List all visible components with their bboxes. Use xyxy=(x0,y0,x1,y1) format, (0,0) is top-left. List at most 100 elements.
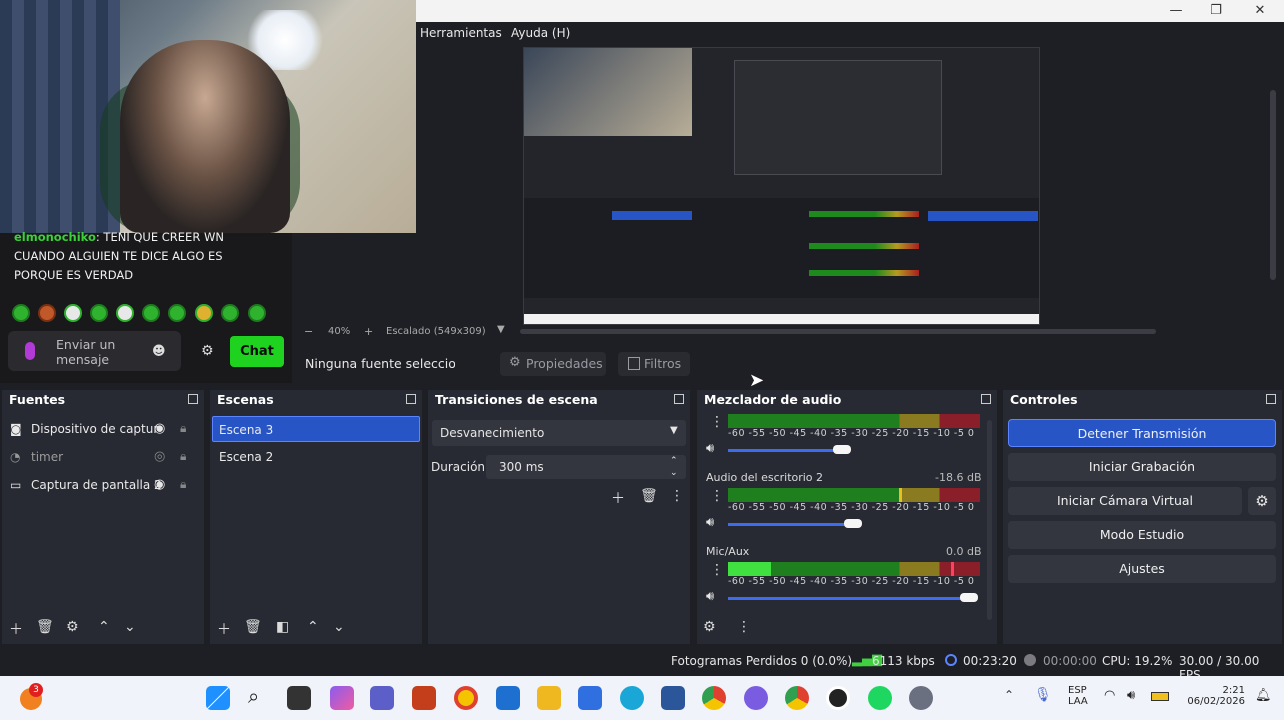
gear-icon[interactable]: ⚙ xyxy=(703,619,716,635)
transition-select[interactable]: Desvanecimiento xyxy=(432,420,686,446)
speaker-icon[interactable]: 🔊︎ xyxy=(706,589,714,604)
source-item[interactable]: ◙ Dispositivo de captur xyxy=(6,416,202,442)
settings-button[interactable]: Ajustes xyxy=(1008,555,1276,583)
eye-icon[interactable]: ◉ xyxy=(154,421,165,436)
copilot-icon[interactable] xyxy=(330,686,354,710)
more-icon[interactable]: ⋮ xyxy=(710,562,724,578)
notifications-icon[interactable]: 🔔︎ xyxy=(1255,688,1272,703)
start-recording-button[interactable]: Iniciar Grabación xyxy=(1008,453,1276,481)
eye-icon[interactable]: ◉ xyxy=(154,477,165,492)
battery-icon[interactable] xyxy=(1151,692,1169,701)
duration-input[interactable]: 300 ms xyxy=(486,455,686,479)
source-label: Dispositivo de captur xyxy=(31,422,159,436)
scene-item-escena-3[interactable]: Escena 3 xyxy=(212,416,420,442)
settings-icon[interactable] xyxy=(909,686,933,710)
chevron-up-icon[interactable]: ⌃ xyxy=(1004,688,1014,702)
file-explorer-icon[interactable] xyxy=(537,686,561,710)
scene-item-escena-2[interactable]: Escena 2 xyxy=(212,444,420,470)
trash-icon[interactable]: 🗑︎ xyxy=(640,488,658,504)
microphone-icon[interactable] xyxy=(25,342,35,360)
volume-icon[interactable]: 🔊︎ xyxy=(1127,688,1135,703)
volume-slider-knob[interactable] xyxy=(833,445,851,454)
windows-start-icon[interactable] xyxy=(206,686,230,710)
lock-icon[interactable]: 🔒︎ xyxy=(180,477,186,492)
stream-preview[interactable] xyxy=(523,47,1040,325)
clock[interactable]: 2:21 06/02/2026 xyxy=(1185,685,1245,707)
zoom-out-button[interactable]: − xyxy=(304,325,313,338)
source-label: Captura de pantalla 2 xyxy=(31,478,162,492)
maximize-button[interactable]: ❐ xyxy=(1196,0,1236,22)
wifi-icon[interactable]: ◠ xyxy=(1104,688,1115,703)
stop-stream-button[interactable]: Detener Transmisión xyxy=(1008,419,1276,447)
volume-slider-knob[interactable] xyxy=(844,519,862,528)
mixer-scrollbar[interactable] xyxy=(987,420,992,620)
outlook-icon[interactable] xyxy=(496,686,520,710)
edge-icon[interactable] xyxy=(620,686,644,710)
undock-icon[interactable] xyxy=(1266,394,1276,404)
chat-username: elmonochiko xyxy=(14,230,96,244)
studio-mode-button[interactable]: Modo Estudio xyxy=(1008,521,1276,549)
chrome-profile-icon[interactable] xyxy=(785,686,809,710)
undock-icon[interactable] xyxy=(406,394,416,404)
word-icon[interactable] xyxy=(661,686,685,710)
vertical-scrollbar[interactable] xyxy=(1270,90,1276,280)
horizontal-scrollbar[interactable] xyxy=(520,329,1156,334)
gear-icon[interactable]: ⚙ xyxy=(201,343,214,359)
powerpoint-icon[interactable] xyxy=(412,686,436,710)
chevron-up-icon[interactable]: ⌃ xyxy=(307,619,319,635)
chat-button[interactable]: Chat xyxy=(230,336,284,367)
volume-slider[interactable] xyxy=(728,449,843,452)
search-icon[interactable]: ⌕ xyxy=(248,684,259,708)
chrome-canary-icon[interactable] xyxy=(454,686,478,710)
speaker-icon[interactable]: 🔊︎ xyxy=(706,441,714,456)
chevron-down-icon[interactable]: ⌄ xyxy=(333,619,345,635)
minimize-button[interactable]: — xyxy=(1156,0,1196,22)
start-virtual-camera-button[interactable]: Iniciar Cámara Virtual xyxy=(1008,487,1242,515)
add-icon[interactable]: ＋ xyxy=(9,619,23,639)
menu-tools[interactable]: Herramientas xyxy=(420,26,502,40)
chevron-down-icon[interactable]: ⌄ xyxy=(124,619,136,635)
more-icon[interactable]: ⋮ xyxy=(670,488,684,504)
volume-slider-knob[interactable] xyxy=(960,593,978,602)
trash-icon[interactable]: 🗑︎ xyxy=(244,619,262,635)
zoom-in-button[interactable]: + xyxy=(364,325,373,338)
source-item[interactable]: ◔ timer xyxy=(6,444,202,470)
undock-icon[interactable] xyxy=(981,394,991,404)
more-icon[interactable]: ⋮ xyxy=(737,619,751,635)
volume-slider[interactable] xyxy=(728,523,853,526)
source-item[interactable]: ▭ Captura de pantalla 2 xyxy=(6,472,202,498)
spotify-icon[interactable] xyxy=(868,686,892,710)
speaker-icon[interactable]: 🔊︎ xyxy=(706,515,714,530)
add-icon[interactable]: ＋ xyxy=(611,488,625,508)
chevron-down-icon[interactable]: ▼ xyxy=(497,324,505,335)
undock-icon[interactable] xyxy=(188,394,198,404)
trash-icon[interactable]: 🗑︎ xyxy=(36,619,54,635)
gear-icon[interactable]: ⚙ xyxy=(66,619,79,635)
menu-help[interactable]: Ayuda (H) xyxy=(511,26,570,40)
obs-icon[interactable] xyxy=(826,686,850,710)
store-icon[interactable] xyxy=(578,686,602,710)
virtual-camera-settings-icon[interactable]: ⚙ xyxy=(1248,487,1276,515)
chrome-icon[interactable] xyxy=(702,686,726,710)
language-indicator[interactable]: ESP LAA xyxy=(1068,685,1088,707)
task-view-icon[interactable] xyxy=(287,686,311,710)
emoji-icon[interactable]: ☻ xyxy=(152,344,166,359)
undock-icon[interactable] xyxy=(674,394,684,404)
scale-mode[interactable]: Escalado (549x309) xyxy=(386,326,486,337)
lock-icon[interactable]: 🔒︎ xyxy=(180,449,186,464)
discord-icon[interactable] xyxy=(744,686,768,710)
more-icon[interactable]: ⋮ xyxy=(710,488,724,504)
chevron-up-icon[interactable]: ⌃ xyxy=(98,619,110,635)
meter-peak xyxy=(899,488,902,502)
volume-slider[interactable] xyxy=(728,597,972,600)
close-button[interactable]: ✕ xyxy=(1240,0,1280,22)
lock-icon[interactable]: 🔒︎ xyxy=(180,421,186,436)
eye-hidden-icon[interactable]: ◎ xyxy=(154,449,165,464)
teams-icon[interactable] xyxy=(370,686,394,710)
stepper-icon[interactable]: ⌃ ⌄ xyxy=(670,455,678,479)
microphone-icon[interactable]: 🎙︎ xyxy=(1034,687,1052,703)
filter-icon xyxy=(628,357,640,370)
filter-icon[interactable]: ◧ xyxy=(276,619,289,635)
add-icon[interactable]: ＋ xyxy=(217,619,231,639)
more-icon[interactable]: ⋮ xyxy=(710,414,724,430)
